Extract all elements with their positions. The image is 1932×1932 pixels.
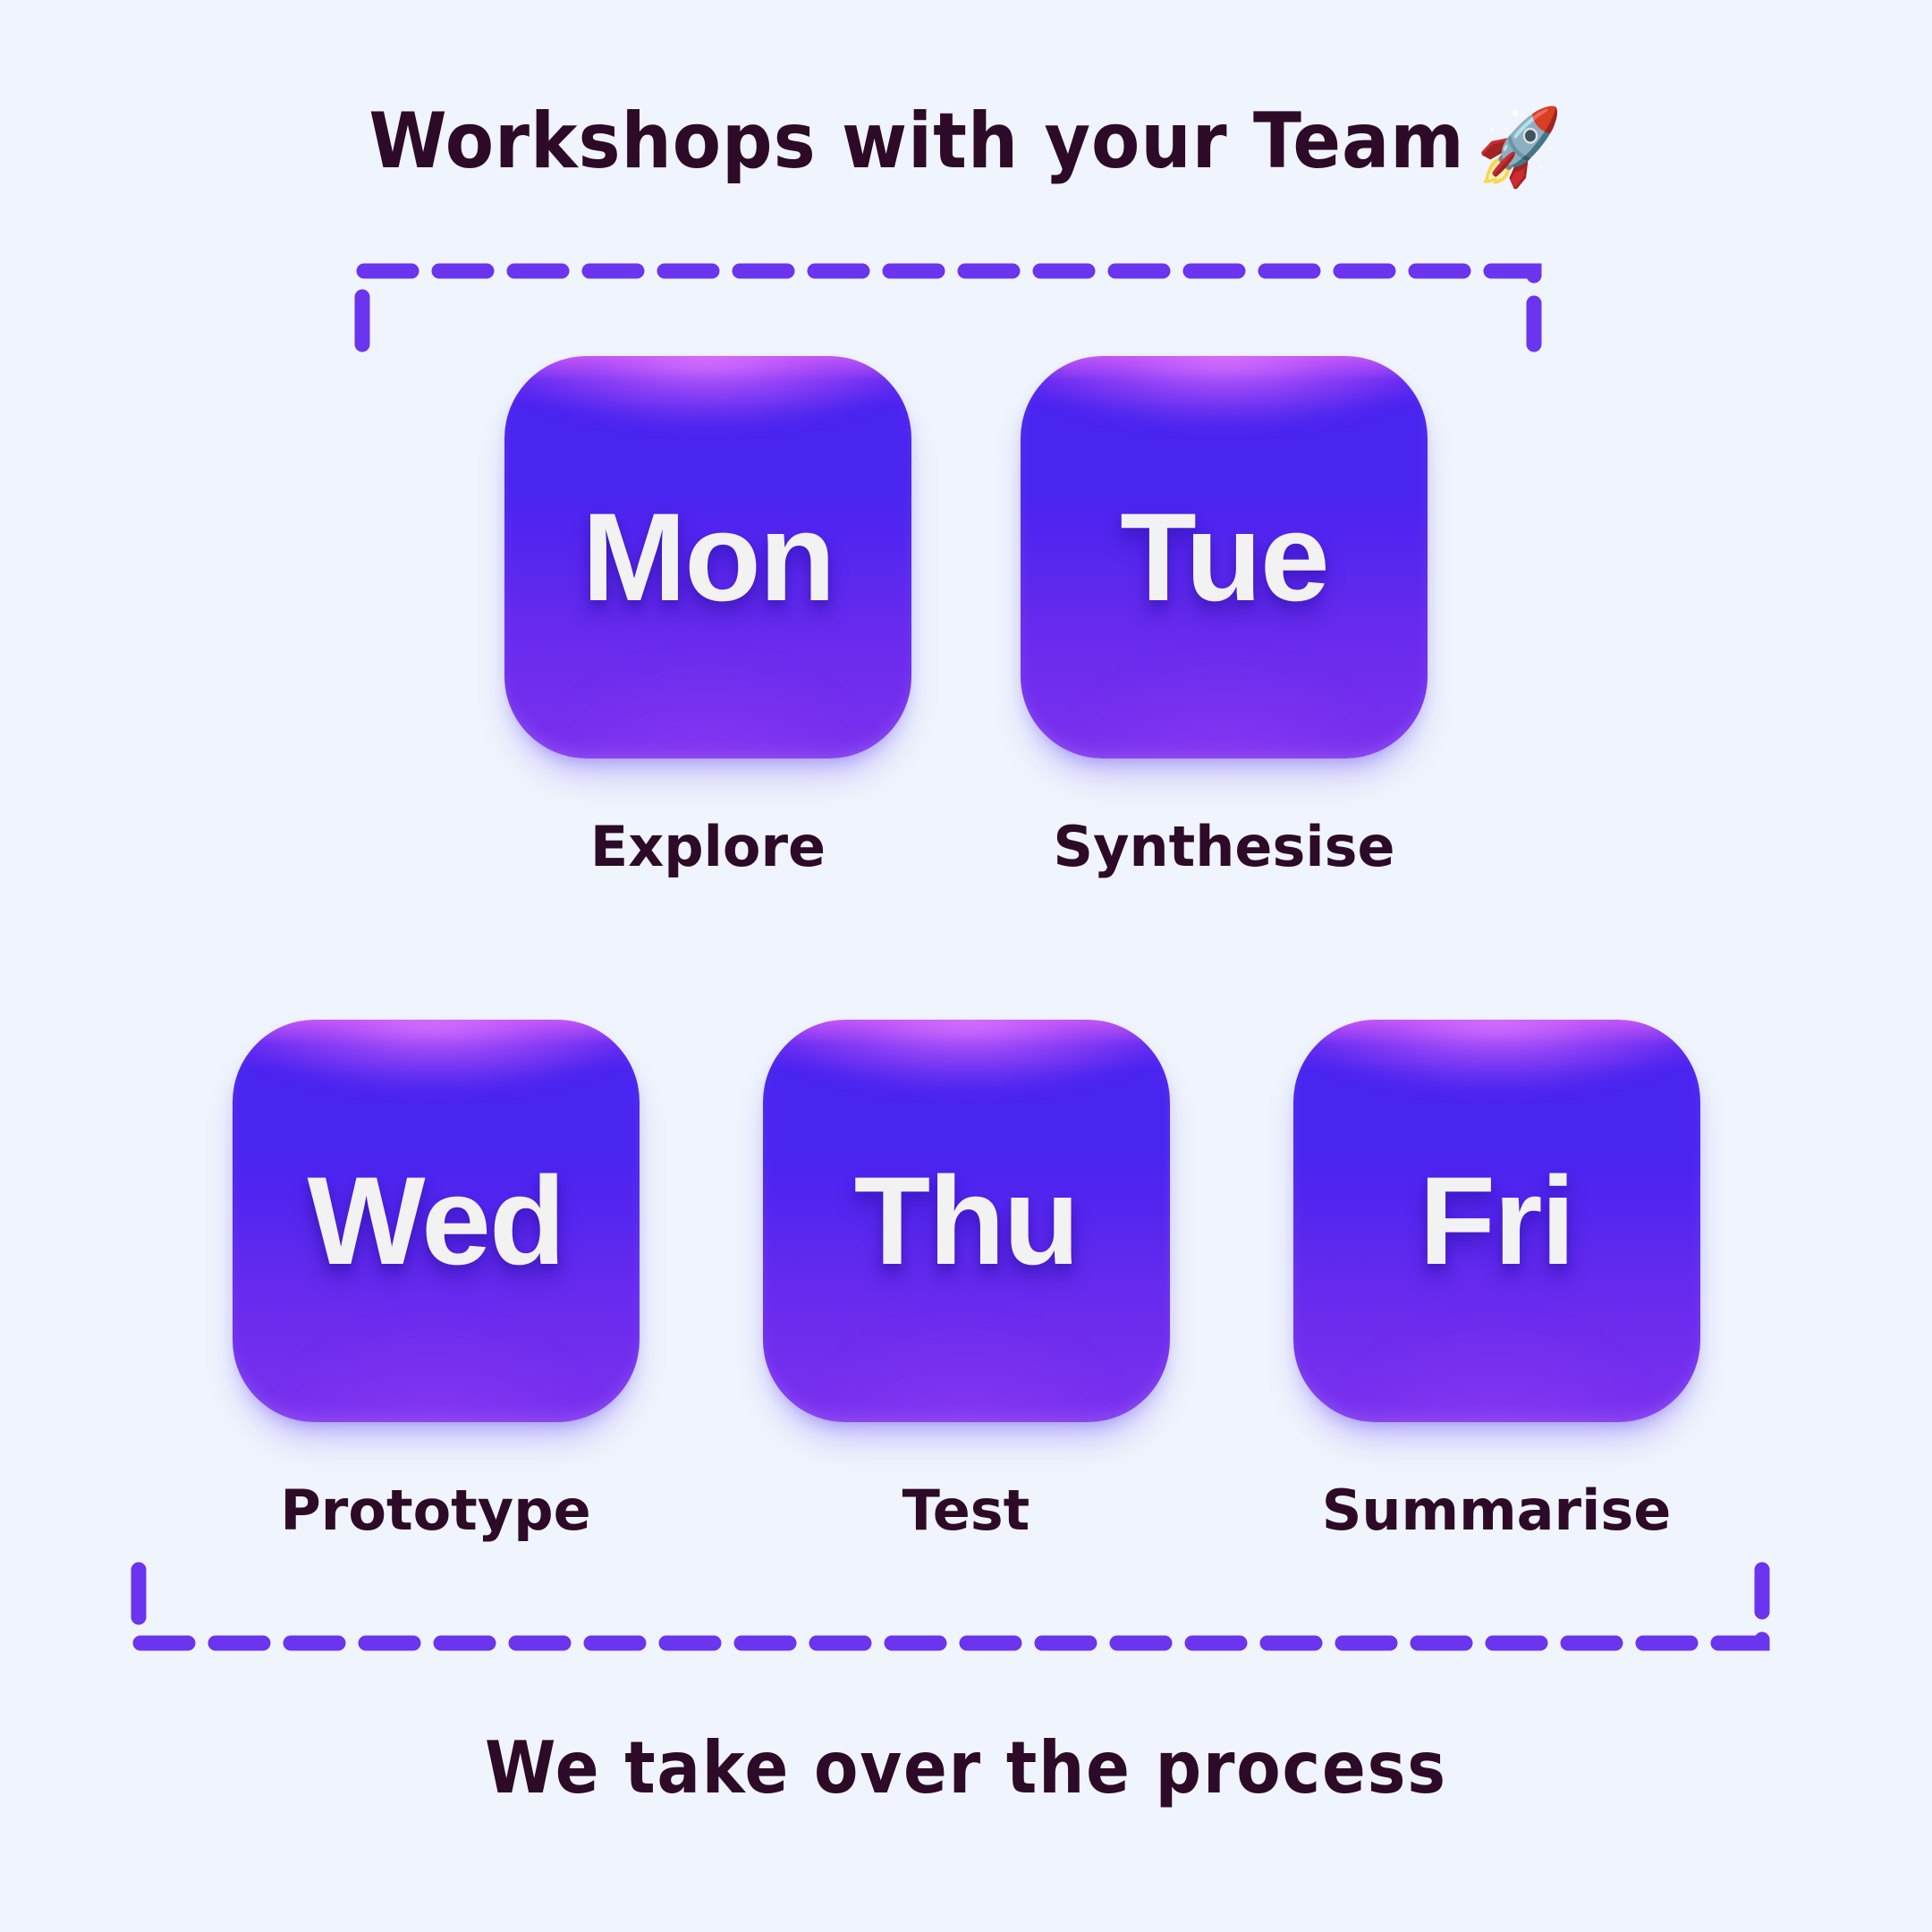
day-abbr-fri: Fri bbox=[1419, 1150, 1576, 1291]
day-card-wed[interactable]: Wed bbox=[232, 1020, 640, 1422]
day-card-fri[interactable]: Fri bbox=[1292, 1020, 1700, 1422]
day-abbr-thu: Thu bbox=[853, 1150, 1080, 1291]
rocket-emoji: 🚀 bbox=[1476, 103, 1563, 191]
day-abbr-tue: Tue bbox=[1120, 487, 1330, 627]
day-cell-fri[interactable]: Fri Summarise bbox=[1292, 1020, 1700, 1543]
day-label-thu: Test bbox=[902, 1478, 1030, 1543]
day-abbr-mon: Mon bbox=[581, 487, 836, 627]
day-cell-mon[interactable]: Mon Explore bbox=[504, 356, 911, 879]
day-card-mon[interactable]: Mon bbox=[504, 356, 911, 758]
dashed-bracket-top bbox=[354, 263, 1542, 352]
page-title-text: Workshops with your Team bbox=[369, 97, 1465, 186]
day-card-thu[interactable]: Thu bbox=[762, 1020, 1170, 1422]
day-label-tue: Synthesise bbox=[1053, 814, 1395, 879]
day-label-wed: Prototype bbox=[280, 1478, 591, 1543]
day-label-fri: Summarise bbox=[1321, 1478, 1672, 1543]
dashed-bracket-bottom bbox=[131, 1562, 1770, 1651]
day-cell-thu[interactable]: Thu Test bbox=[762, 1020, 1170, 1543]
page-title: Workshops with your Team 🚀 bbox=[77, 97, 1854, 191]
day-abbr-wed: Wed bbox=[307, 1150, 566, 1291]
day-row-top: Mon Explore Tue Synthesise bbox=[0, 356, 1932, 879]
day-cell-tue[interactable]: Tue Synthesise bbox=[1021, 356, 1428, 879]
day-label-mon: Explore bbox=[589, 814, 826, 879]
day-cell-wed[interactable]: Wed Prototype bbox=[232, 1020, 640, 1543]
footer-text: We take over the process bbox=[485, 1726, 1447, 1809]
day-card-tue[interactable]: Tue bbox=[1021, 356, 1428, 758]
poster-canvas: Workshops with your Team 🚀 Mon Explore Tu… bbox=[0, 0, 1932, 1932]
day-row-bottom: Wed Prototype Thu Test Fri Summarise bbox=[0, 1020, 1932, 1543]
